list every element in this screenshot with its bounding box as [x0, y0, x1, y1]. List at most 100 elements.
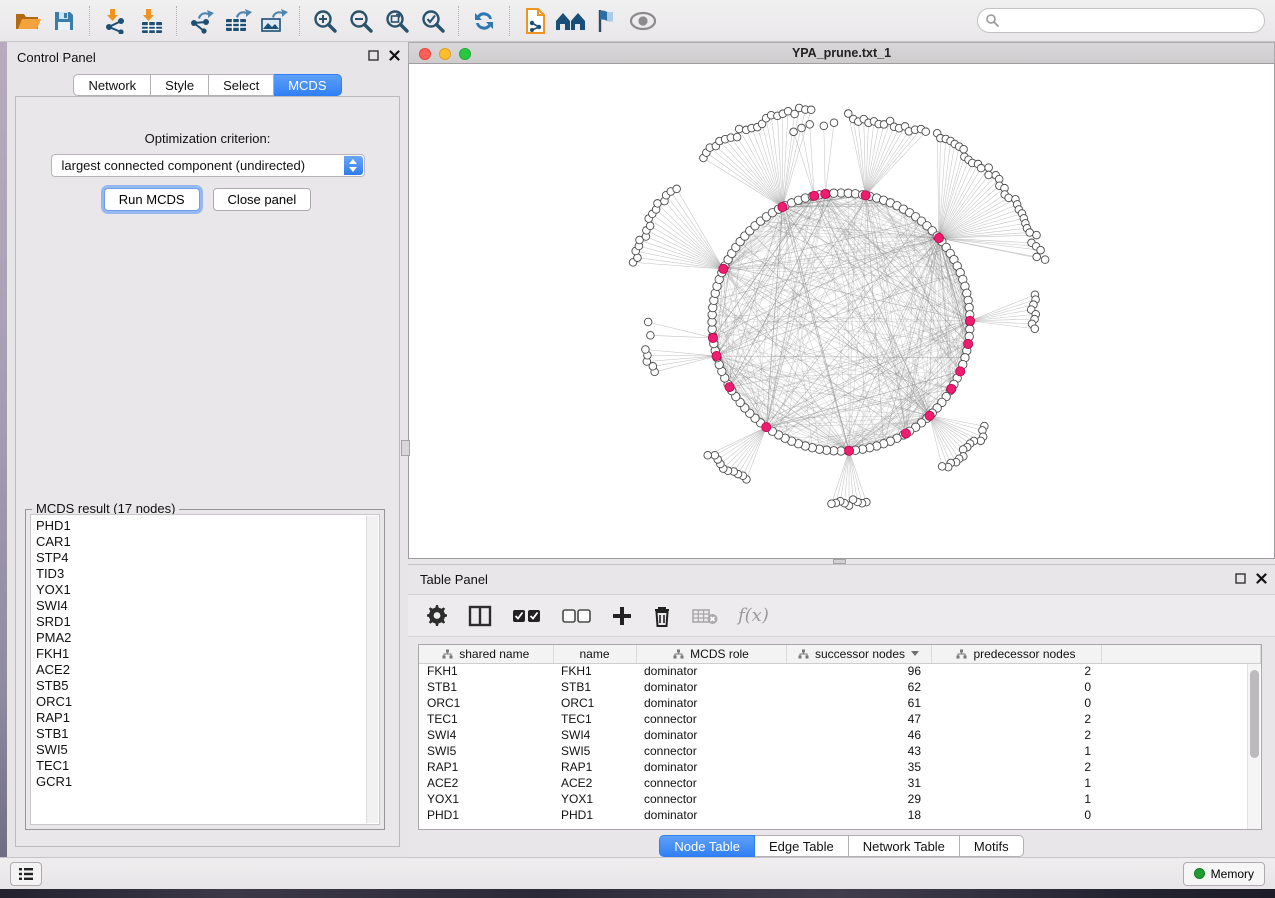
mcds-result-item[interactable]: STP4: [36, 550, 379, 566]
dominator-hub-node[interactable]: [762, 423, 771, 432]
cell-MCDS-role[interactable]: connector: [636, 791, 786, 807]
cell-shared-name[interactable]: TEC1: [419, 711, 553, 727]
cell-name[interactable]: SWI5: [553, 743, 636, 759]
cell-MCDS-role[interactable]: connector: [636, 775, 786, 791]
table-row[interactable]: SWI5SWI5connector431: [419, 743, 1261, 759]
leaf-node[interactable]: [704, 451, 712, 459]
leaf-node[interactable]: [830, 119, 838, 127]
dominator-hub-node[interactable]: [925, 411, 934, 420]
cell-successor-nodes[interactable]: 46: [786, 727, 931, 743]
mcds-result-list[interactable]: PHD1CAR1STP4TID3YOX1SWI4SRD1PMA2FKH1ACE2…: [30, 514, 380, 825]
refresh-button[interactable]: [466, 4, 502, 38]
mcds-result-item[interactable]: STB5: [36, 678, 379, 694]
mcds-result-item[interactable]: SRD1: [36, 614, 379, 630]
mcds-result-item[interactable]: ACE2: [36, 662, 379, 678]
leaf-node[interactable]: [977, 164, 985, 172]
dominator-hub-node[interactable]: [719, 264, 728, 273]
delete-table-button[interactable]: [692, 601, 718, 631]
close-panel-icon[interactable]: [1256, 573, 1267, 584]
table-row[interactable]: PHD1PHD1dominator180: [419, 807, 1261, 823]
dominator-hub-node[interactable]: [901, 429, 910, 438]
gear-button[interactable]: [426, 601, 448, 631]
cell-shared-name[interactable]: SWI5: [419, 743, 553, 759]
leaf-node[interactable]: [1031, 325, 1039, 333]
leaf-node[interactable]: [938, 463, 946, 471]
cell-name[interactable]: FKH1: [553, 663, 636, 679]
criterion-select[interactable]: largest connected component (undirected): [51, 154, 365, 177]
mcds-result-item[interactable]: RAP1: [36, 710, 379, 726]
column-header-predecessor-nodes[interactable]: predecessor nodes: [931, 645, 1101, 663]
cell-predecessor-nodes[interactable]: 0: [931, 695, 1101, 711]
tab-network-table[interactable]: Network Table: [849, 835, 960, 857]
leaf-node[interactable]: [960, 145, 968, 153]
dominator-hub-node[interactable]: [810, 191, 819, 200]
cell-shared-name[interactable]: ACE2: [419, 775, 553, 791]
leaf-node[interactable]: [1041, 256, 1049, 264]
tab-select[interactable]: Select: [209, 74, 274, 96]
table-scrollbar-thumb[interactable]: [1250, 670, 1259, 758]
dominator-hub-node[interactable]: [947, 384, 956, 393]
dominator-hub-node[interactable]: [934, 233, 943, 242]
dominator-hub-node[interactable]: [821, 189, 830, 198]
leaf-node[interactable]: [820, 122, 828, 130]
import-table-button[interactable]: [133, 4, 169, 38]
cell-predecessor-nodes[interactable]: 2: [931, 759, 1101, 775]
cell-predecessor-nodes[interactable]: 0: [931, 679, 1101, 695]
mcds-result-item[interactable]: SWI4: [36, 598, 379, 614]
tab-style[interactable]: Style: [151, 74, 209, 96]
table-row[interactable]: STB1STB1dominator620: [419, 679, 1261, 695]
tab-mcds[interactable]: MCDS: [274, 74, 341, 96]
column-header-name[interactable]: name: [553, 645, 636, 663]
eye-button[interactable]: [625, 4, 661, 38]
cell-MCDS-role[interactable]: dominator: [636, 807, 786, 823]
cell-name[interactable]: TEC1: [553, 711, 636, 727]
cell-name[interactable]: STB1: [553, 679, 636, 695]
cell-name[interactable]: SWI4: [553, 727, 636, 743]
cell-predecessor-nodes[interactable]: 1: [931, 775, 1101, 791]
table-row[interactable]: ORC1ORC1dominator610: [419, 695, 1261, 711]
leaf-node[interactable]: [985, 171, 993, 179]
memory-button[interactable]: Memory: [1183, 862, 1265, 886]
mcds-result-item[interactable]: PHD1: [36, 518, 379, 534]
cell-successor-nodes[interactable]: 35: [786, 759, 931, 775]
cell-successor-nodes[interactable]: 61: [786, 695, 931, 711]
table-row[interactable]: RAP1RAP1dominator352: [419, 759, 1261, 775]
task-history-button[interactable]: [10, 862, 42, 886]
close-panel-icon[interactable]: [389, 50, 400, 61]
dominator-hub-node[interactable]: [778, 202, 787, 211]
export-network-button[interactable]: [184, 4, 220, 38]
column-header-shared-name[interactable]: shared name: [419, 645, 553, 663]
cell-shared-name[interactable]: STB1: [419, 679, 553, 695]
cell-MCDS-role[interactable]: dominator: [636, 727, 786, 743]
leaf-node[interactable]: [807, 106, 815, 114]
table-row[interactable]: ACE2ACE2connector311: [419, 775, 1261, 791]
cell-shared-name[interactable]: PHD1: [419, 807, 553, 823]
dominator-hub-node[interactable]: [964, 339, 973, 348]
leaf-node[interactable]: [673, 185, 681, 193]
cell-successor-nodes[interactable]: 31: [786, 775, 931, 791]
cell-MCDS-role[interactable]: connector: [636, 711, 786, 727]
deselect-all-button[interactable]: [562, 601, 592, 631]
column-layout-button[interactable]: [468, 601, 492, 631]
cell-MCDS-role[interactable]: dominator: [636, 663, 786, 679]
leaf-node[interactable]: [1005, 194, 1013, 202]
cell-shared-name[interactable]: ORC1: [419, 695, 553, 711]
tab-motifs[interactable]: Motifs: [960, 835, 1024, 857]
mcds-result-item[interactable]: STB1: [36, 726, 379, 742]
cell-predecessor-nodes[interactable]: 2: [931, 711, 1101, 727]
leaf-node[interactable]: [1033, 253, 1041, 261]
leaf-node[interactable]: [1033, 231, 1041, 239]
cell-successor-nodes[interactable]: 18: [786, 807, 931, 823]
flag-button[interactable]: [589, 4, 625, 38]
float-panel-icon[interactable]: [1235, 573, 1246, 584]
column-header-MCDS-role[interactable]: MCDS role: [636, 645, 786, 663]
cell-successor-nodes[interactable]: 29: [786, 791, 931, 807]
cell-shared-name[interactable]: FKH1: [419, 663, 553, 679]
import-network-button[interactable]: [97, 4, 133, 38]
cell-MCDS-role[interactable]: dominator: [636, 679, 786, 695]
cell-predecessor-nodes[interactable]: 0: [931, 807, 1101, 823]
network-canvas[interactable]: [408, 64, 1275, 559]
leaf-node[interactable]: [798, 124, 806, 132]
mcds-result-item[interactable]: CAR1: [36, 534, 379, 550]
cell-name[interactable]: PHD1: [553, 807, 636, 823]
